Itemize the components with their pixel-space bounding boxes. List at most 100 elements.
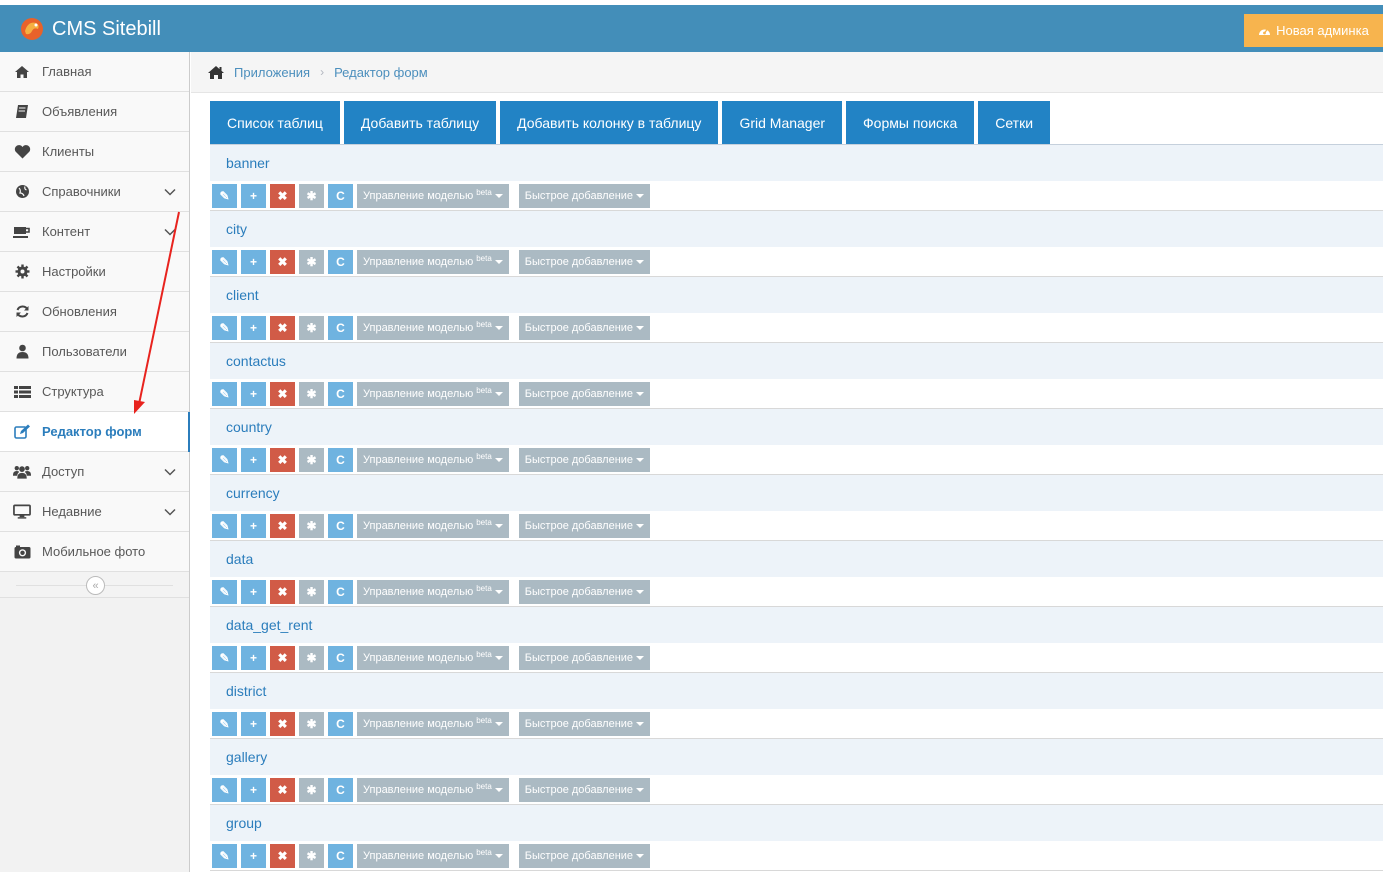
edit-button[interactable]: ✎ [212,778,237,802]
asterisk-button[interactable]: ✱ [299,778,324,802]
asterisk-button[interactable]: ✱ [299,382,324,406]
quick-add-dropdown[interactable]: Быстрое добавление [518,316,651,340]
asterisk-button[interactable]: ✱ [299,250,324,274]
table-name-link[interactable]: gallery [210,739,1383,775]
refresh-button[interactable]: C [328,646,353,670]
delete-button[interactable]: ✖ [270,382,295,406]
delete-button[interactable]: ✖ [270,250,295,274]
sidebar-item-10[interactable]: Доступ [0,452,189,492]
quick-add-dropdown[interactable]: Быстрое добавление [518,514,651,538]
refresh-button[interactable]: C [328,382,353,406]
model-menu-dropdown[interactable]: Управление моделью beta [357,316,509,340]
refresh-button[interactable]: C [328,778,353,802]
brand[interactable]: CMS Sitebill [18,13,161,45]
sidebar-item-1[interactable]: Объявления [0,92,189,132]
model-menu-dropdown[interactable]: Управление моделью beta [357,382,509,406]
quick-add-dropdown[interactable]: Быстрое добавление [518,778,651,802]
asterisk-button[interactable]: ✱ [299,514,324,538]
add-button[interactable]: + [241,382,266,406]
edit-button[interactable]: ✎ [212,514,237,538]
quick-add-dropdown[interactable]: Быстрое добавление [518,712,651,736]
quick-add-dropdown[interactable]: Быстрое добавление [518,184,651,208]
edit-button[interactable]: ✎ [212,316,237,340]
model-menu-dropdown[interactable]: Управление моделью beta [357,250,509,274]
table-name-link[interactable]: city [210,211,1383,247]
delete-button[interactable]: ✖ [270,844,295,868]
refresh-button[interactable]: C [328,580,353,604]
chevron-down-icon[interactable] [163,185,177,199]
table-name-link[interactable]: client [210,277,1383,313]
delete-button[interactable]: ✖ [270,184,295,208]
tab-0[interactable]: Список таблиц [210,101,340,144]
chevron-down-icon[interactable] [163,465,177,479]
sidebar-item-9[interactable]: Редактор форм [0,412,190,452]
sidebar-item-8[interactable]: Структура [0,372,189,412]
add-button[interactable]: + [241,316,266,340]
table-name-link[interactable]: currency [210,475,1383,511]
add-button[interactable]: + [241,646,266,670]
model-menu-dropdown[interactable]: Управление моделью beta [357,844,509,868]
tab-4[interactable]: Формы поиска [846,101,975,144]
tab-5[interactable]: Сетки [978,101,1051,144]
sidebar-collapse-button[interactable]: « [86,576,105,595]
delete-button[interactable]: ✖ [270,778,295,802]
delete-button[interactable]: ✖ [270,580,295,604]
sidebar-item-7[interactable]: Пользователи [0,332,189,372]
add-button[interactable]: + [241,250,266,274]
edit-button[interactable]: ✎ [212,184,237,208]
tab-1[interactable]: Добавить таблицу [343,101,497,144]
tab-2[interactable]: Добавить колонку в таблицу [500,101,719,144]
edit-button[interactable]: ✎ [212,646,237,670]
edit-button[interactable]: ✎ [212,844,237,868]
asterisk-button[interactable]: ✱ [299,844,324,868]
table-name-link[interactable]: data_get_rent [210,607,1383,643]
delete-button[interactable]: ✖ [270,514,295,538]
refresh-button[interactable]: C [328,514,353,538]
asterisk-button[interactable]: ✱ [299,448,324,472]
asterisk-button[interactable]: ✱ [299,580,324,604]
sidebar-item-11[interactable]: Недавние [0,492,189,532]
asterisk-button[interactable]: ✱ [299,316,324,340]
quick-add-dropdown[interactable]: Быстрое добавление [518,646,651,670]
breadcrumb-link-apps[interactable]: Приложения [234,65,310,80]
add-button[interactable]: + [241,712,266,736]
edit-button[interactable]: ✎ [212,250,237,274]
quick-add-dropdown[interactable]: Быстрое добавление [518,382,651,406]
table-name-link[interactable]: country [210,409,1383,445]
asterisk-button[interactable]: ✱ [299,646,324,670]
quick-add-dropdown[interactable]: Быстрое добавление [518,844,651,868]
sidebar-item-3[interactable]: Справочники [0,172,189,212]
tab-3[interactable]: Grid Manager [722,101,843,144]
quick-add-dropdown[interactable]: Быстрое добавление [518,448,651,472]
refresh-button[interactable]: C [328,250,353,274]
asterisk-button[interactable]: ✱ [299,712,324,736]
chevron-down-icon[interactable] [163,505,177,519]
sidebar-item-0[interactable]: Главная [0,52,189,92]
asterisk-button[interactable]: ✱ [299,184,324,208]
sidebar-item-6[interactable]: Обновления [0,292,189,332]
chevron-down-icon[interactable] [163,225,177,239]
refresh-button[interactable]: C [328,184,353,208]
edit-button[interactable]: ✎ [212,382,237,406]
add-button[interactable]: + [241,448,266,472]
edit-button[interactable]: ✎ [212,712,237,736]
edit-button[interactable]: ✎ [212,448,237,472]
quick-add-dropdown[interactable]: Быстрое добавление [518,250,651,274]
edit-button[interactable]: ✎ [212,580,237,604]
table-name-link[interactable]: data [210,541,1383,577]
model-menu-dropdown[interactable]: Управление моделью beta [357,778,509,802]
delete-button[interactable]: ✖ [270,448,295,472]
home-icon[interactable] [207,65,225,80]
sidebar-item-12[interactable]: Мобильное фото [0,532,189,572]
sidebar-item-4[interactable]: Контент [0,212,189,252]
model-menu-dropdown[interactable]: Управление моделью beta [357,580,509,604]
delete-button[interactable]: ✖ [270,316,295,340]
delete-button[interactable]: ✖ [270,646,295,670]
sidebar-item-5[interactable]: Настройки [0,252,189,292]
table-name-link[interactable]: district [210,673,1383,709]
breadcrumb-current[interactable]: Редактор форм [334,65,428,80]
add-button[interactable]: + [241,184,266,208]
refresh-button[interactable]: C [328,316,353,340]
table-name-link[interactable]: contactus [210,343,1383,379]
add-button[interactable]: + [241,844,266,868]
